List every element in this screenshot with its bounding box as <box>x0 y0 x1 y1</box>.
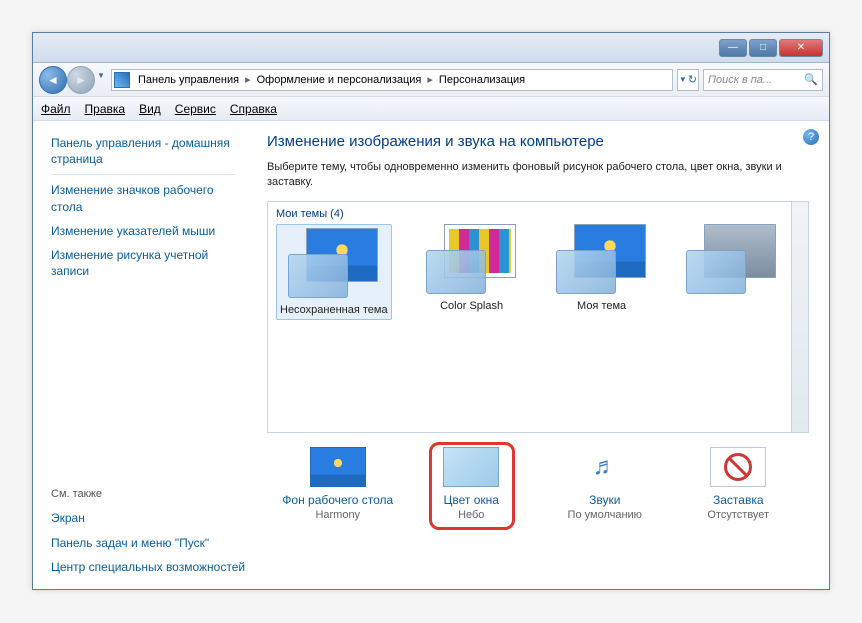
theme-glass-icon <box>426 250 486 294</box>
themes-box: Мои темы (4) Несохраненная тема Color Spl… <box>267 201 809 433</box>
minimize-button[interactable]: — <box>719 39 747 57</box>
search-icon: 🔍 <box>804 73 818 86</box>
scroll-thumb[interactable] <box>794 220 806 320</box>
menubar: Файл Правка Вид Сервис Справка <box>33 97 829 121</box>
wincol-icon <box>443 447 499 487</box>
refresh-icon: ▼↻ <box>679 73 697 86</box>
menu-view[interactable]: Вид <box>139 102 161 116</box>
bottom-sub: По умолчанию <box>568 509 642 521</box>
scroll-down[interactable]: ▼ <box>794 417 806 431</box>
sidebar-account-pic[interactable]: Изменение рисунка учетной записи <box>51 243 247 283</box>
theme-label: Несохраненная тема <box>280 304 388 316</box>
help-icon[interactable]: ? <box>803 129 819 145</box>
sound-icon: ♬ <box>577 447 633 487</box>
sidebar-accessibility[interactable]: Центр специальных возможностей <box>51 555 247 579</box>
bottom-row: Фон рабочего стола Harmony Цвет окна Небо ♬ З… <box>267 447 809 521</box>
bottom-link: Фон рабочего стола <box>282 493 393 507</box>
breadcrumb-sep: ▸ <box>243 73 253 86</box>
separator <box>51 174 235 175</box>
history-dropdown[interactable]: ▼ <box>95 66 107 86</box>
refresh-button[interactable]: ▼↻ <box>677 69 699 91</box>
sidebar: Панель управления - домашняя страница Из… <box>33 121 251 589</box>
breadcrumb-item-2[interactable]: Персонализация <box>435 74 529 86</box>
sidebar-display[interactable]: Экран <box>51 506 247 530</box>
menu-file[interactable]: Файл <box>41 102 71 116</box>
themes-header: Мои темы (4) <box>276 208 800 220</box>
breadcrumb[interactable]: Панель управления ▸ Оформление и персона… <box>111 69 673 91</box>
forward-button[interactable]: ► <box>67 66 95 94</box>
theme-item[interactable]: Color Splash <box>422 224 522 320</box>
theme-label: Color Splash <box>440 300 503 312</box>
sidebar-pointers[interactable]: Изменение указателей мыши <box>51 219 247 243</box>
breadcrumb-sep: ▸ <box>425 73 435 86</box>
search-input[interactable]: Поиск в па... 🔍 <box>703 69 823 91</box>
theme-label: Моя тема <box>577 300 626 312</box>
breadcrumb-item-0[interactable]: Панель управления <box>134 74 243 86</box>
scroll-up[interactable]: ▲ <box>794 203 806 217</box>
back-button[interactable]: ◄ <box>39 66 67 94</box>
menu-tools[interactable]: Сервис <box>175 102 216 116</box>
see-also-header: См. также <box>51 482 247 506</box>
bottom-item-sound[interactable]: ♬ Звуки По умолчанию <box>540 447 670 521</box>
breadcrumb-item-1[interactable]: Оформление и персонализация <box>253 74 426 86</box>
bottom-item-wincol[interactable]: Цвет окна Небо <box>406 447 536 521</box>
navbar: ◄ ► ▼ Панель управления ▸ Оформление и п… <box>33 63 829 97</box>
desk-icon <box>310 447 366 487</box>
search-placeholder: Поиск в па... <box>708 74 772 86</box>
theme-glass-icon <box>556 250 616 294</box>
theme-item[interactable]: Несохраненная тема <box>276 224 392 320</box>
content: ? Изменение изображения и звука на компь… <box>251 121 829 589</box>
page-title: Изменение изображения и звука на компьют… <box>267 133 809 150</box>
theme-item[interactable]: Моя тема <box>552 224 652 320</box>
bottom-item-desk[interactable]: Фон рабочего стола Harmony <box>273 447 403 521</box>
menu-help[interactable]: Справка <box>230 102 277 116</box>
maximize-button[interactable]: □ <box>749 39 777 57</box>
bottom-link: Звуки <box>589 493 620 507</box>
location-icon <box>114 72 130 88</box>
page-description: Выберите тему, чтобы одновременно измени… <box>267 160 809 191</box>
sidebar-home[interactable]: Панель управления - домашняя страница <box>51 131 247 171</box>
close-button[interactable]: ✕ <box>779 39 823 57</box>
bottom-link: Цвет окна <box>444 493 499 507</box>
window-frame: — □ ✕ ◄ ► ▼ Панель управления ▸ Оформлен… <box>32 32 830 590</box>
menu-edit[interactable]: Правка <box>85 102 126 116</box>
bottom-sub: Harmony <box>315 509 360 521</box>
titlebar: — □ ✕ <box>33 33 829 63</box>
theme-item[interactable] <box>682 224 782 320</box>
bottom-item-saver[interactable]: Заставка Отсутствует <box>673 447 803 521</box>
sidebar-icons[interactable]: Изменение значков рабочего стола <box>51 178 247 218</box>
bottom-sub: Небо <box>458 509 484 521</box>
bottom-sub: Отсутствует <box>707 509 769 521</box>
saver-icon <box>710 447 766 487</box>
theme-glass-icon <box>686 250 746 294</box>
theme-glass-icon <box>288 254 348 298</box>
bottom-link: Заставка <box>713 493 764 507</box>
sidebar-taskbar[interactable]: Панель задач и меню "Пуск" <box>51 531 247 555</box>
